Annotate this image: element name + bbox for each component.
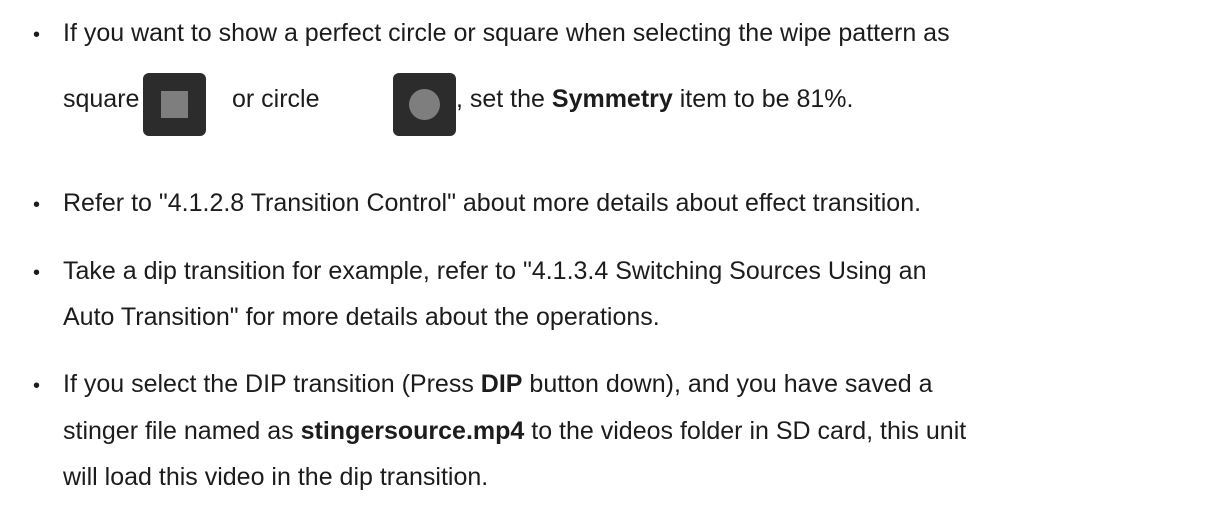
list-item-text: If you want to show a perfect circle or … <box>63 21 950 46</box>
text-line: Refer to "4.1.2.8 Transition Control" ab… <box>63 189 922 217</box>
square-shape <box>161 91 188 118</box>
bullet: • <box>33 194 41 216</box>
text-line: will load this video in the dip transiti… <box>63 463 489 491</box>
list-item-text: stinger file named as stingersource.mp4 … <box>63 419 966 444</box>
list-item-text: will load this video in the dip transiti… <box>63 465 488 490</box>
bullet: • <box>33 24 41 46</box>
list-item-text: Auto Transition" for more details about … <box>63 305 660 330</box>
text-fragment: stinger file named as <box>63 417 301 445</box>
list-item-text: square <box>63 87 139 112</box>
text-fragment: or circle <box>232 85 320 113</box>
text-fragment: , set the <box>456 85 552 113</box>
bold-term: stingersource.mp4 <box>300 417 525 445</box>
text-fragment: If you select the DIP transition (Press <box>63 370 481 398</box>
text-line: Take a dip transition for example, refer… <box>63 257 927 285</box>
list-item-text: If you select the DIP transition (Press … <box>63 372 932 397</box>
bullet: • <box>33 375 41 397</box>
list-item-text: Refer to "4.1.2.8 Transition Control" ab… <box>63 191 921 216</box>
text-line: Auto Transition" for more details about … <box>63 303 660 331</box>
list-item-text: Take a dip transition for example, refer… <box>63 259 927 284</box>
circle-shape <box>409 89 440 120</box>
text-fragment: button down), and you have saved a <box>522 370 933 398</box>
list-item-text: , set the Symmetry item to be 81%. <box>456 87 853 112</box>
text-fragment: to the videos folder in SD card, this un… <box>524 417 967 445</box>
list-item-text: or circle <box>232 87 320 112</box>
text-line: If you want to show a perfect circle or … <box>63 19 950 47</box>
square-wipe-icon <box>143 73 206 136</box>
bold-term: Symmetry <box>551 85 673 113</box>
bullet: • <box>33 262 41 284</box>
bold-term: DIP <box>480 370 523 398</box>
text-fragment: square <box>63 85 140 113</box>
circle-wipe-icon <box>393 73 456 136</box>
text-fragment: item to be 81%. <box>672 85 854 113</box>
